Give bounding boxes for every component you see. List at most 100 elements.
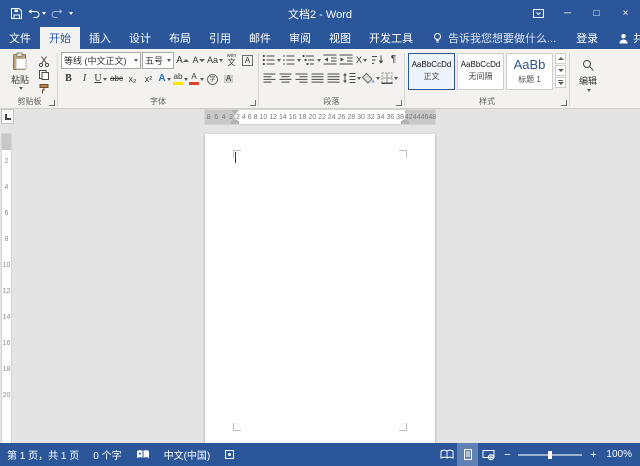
qat-customize-button[interactable]	[68, 5, 73, 23]
highlight-button[interactable]: ab	[173, 71, 188, 87]
enclose-character-button[interactable]: 字	[205, 71, 220, 87]
macro-record-status[interactable]	[217, 443, 242, 466]
paste-button[interactable]: 粘贴	[5, 52, 35, 95]
style-no-spacing[interactable]: AaBbCcDd 无间隔	[457, 53, 505, 90]
tab-view[interactable]: 视图	[320, 27, 360, 49]
page-number-status[interactable]: 第 1 页，共 1 页	[0, 443, 86, 466]
align-center-button[interactable]	[278, 70, 293, 86]
borders-button[interactable]	[381, 70, 399, 86]
styles-scroll-down-button[interactable]	[555, 65, 567, 76]
styles-scroll-up-button[interactable]	[555, 53, 567, 64]
ruler-number: 2	[4, 158, 9, 165]
underline-button[interactable]: U	[93, 71, 108, 87]
save-button[interactable]	[10, 5, 23, 23]
tab-developer[interactable]: 开发工具	[360, 27, 422, 49]
zoom-level[interactable]: 100%	[601, 449, 640, 460]
crop-mark-top-right	[399, 150, 407, 158]
zoom-out-button[interactable]: −	[499, 449, 515, 461]
print-layout-button[interactable]	[457, 443, 479, 466]
multilevel-list-button[interactable]	[302, 52, 322, 68]
paragraph-dialog-launcher[interactable]	[396, 100, 403, 106]
web-layout-button[interactable]	[478, 443, 499, 466]
style-heading-1[interactable]: AaBb 标题 1	[506, 53, 554, 90]
line-spacing-button[interactable]	[342, 70, 362, 86]
share-button[interactable]: 共享	[608, 27, 640, 49]
asian-layout-button[interactable]: X	[354, 52, 369, 68]
horizontal-ruler[interactable]: 8 6 4 2 2 4 6 8 10 12 14 16 18 20 22 24 …	[205, 110, 436, 124]
increase-indent-button[interactable]	[338, 52, 353, 68]
styles-more-button[interactable]	[555, 77, 567, 88]
clipboard-dialog-launcher[interactable]	[49, 100, 55, 106]
sign-in-button[interactable]: 登录	[566, 27, 608, 49]
tab-home[interactable]: 开始	[40, 27, 80, 49]
read-mode-button[interactable]	[436, 443, 457, 466]
shading-button[interactable]	[362, 70, 381, 86]
ribbon-display-options-button[interactable]	[524, 0, 553, 27]
sort-button[interactable]	[370, 52, 385, 68]
strikethrough-button[interactable]: abc	[109, 71, 124, 87]
minimize-button[interactable]: ─	[553, 0, 582, 27]
document-page[interactable]	[205, 134, 435, 443]
style-name: 正文	[423, 72, 440, 81]
paste-clipboard-icon	[13, 52, 27, 70]
font-color-button[interactable]: A	[189, 71, 204, 87]
undo-button[interactable]	[28, 5, 46, 23]
chevron-down-icon	[277, 58, 282, 62]
character-border-button[interactable]: A	[240, 53, 255, 69]
triangle-up-icon	[557, 57, 564, 60]
tab-layout[interactable]: 布局	[160, 27, 200, 49]
tell-me-box[interactable]: 告诉我您想要做什么...	[422, 27, 566, 49]
tab-mailings[interactable]: 邮件	[240, 27, 280, 49]
maximize-button[interactable]: □	[582, 0, 611, 27]
justify-button[interactable]	[310, 70, 325, 86]
language-status[interactable]: 中文(中国)	[157, 443, 218, 466]
align-right-button[interactable]	[294, 70, 309, 86]
editing-button[interactable]: 编辑	[573, 52, 603, 95]
tab-review[interactable]: 审阅	[280, 27, 320, 49]
tab-design[interactable]: 设计	[120, 27, 160, 49]
proofing-status[interactable]	[129, 443, 157, 466]
tab-references[interactable]: 引用	[200, 27, 240, 49]
triangle-down-icon	[557, 69, 564, 72]
tab-selector[interactable]	[1, 109, 14, 124]
font-name-combobox[interactable]: 等线 (中文正文)	[61, 52, 141, 69]
save-icon	[11, 8, 22, 19]
paragraph-group: X ¶ 段落	[259, 51, 404, 108]
bullets-button[interactable]	[262, 52, 282, 68]
copy-button[interactable]	[38, 69, 54, 81]
document-area[interactable]: 2 4 6 8 10 12 14 16 18 20	[0, 126, 640, 443]
tab-insert[interactable]: 插入	[80, 27, 120, 49]
zoom-in-button[interactable]: +	[585, 449, 601, 461]
ruler-number: 16	[2, 340, 11, 347]
decrease-indent-button[interactable]	[322, 52, 337, 68]
word-count-status[interactable]: 0 个字	[86, 443, 128, 466]
font-dialog-launcher[interactable]	[250, 100, 257, 106]
redo-button[interactable]	[51, 5, 63, 23]
character-shading-button[interactable]: A	[221, 71, 236, 87]
tab-file[interactable]: 文件	[0, 27, 40, 49]
ruler-number: 12	[269, 113, 278, 121]
bold-button[interactable]: B	[61, 71, 76, 87]
zoom-slider[interactable]	[518, 450, 583, 459]
change-case-button[interactable]: Aa	[207, 53, 224, 69]
phonetic-guide-button[interactable]: wén 文	[224, 53, 239, 69]
shrink-font-button[interactable]: A	[191, 53, 206, 69]
italic-button[interactable]: I	[77, 71, 92, 87]
style-normal[interactable]: AaBbCcDd 正文	[408, 53, 456, 90]
superscript-button[interactable]: x²	[141, 71, 156, 87]
close-button[interactable]: ×	[611, 0, 640, 27]
text-effects-button[interactable]: A	[157, 71, 172, 87]
vertical-ruler[interactable]: 2 4 6 8 10 12 14 16 18 20	[0, 126, 12, 443]
show-hide-marks-button[interactable]: ¶	[386, 52, 401, 68]
ruler-number: 32	[366, 113, 375, 121]
zoom-slider-thumb[interactable]	[548, 450, 553, 459]
align-left-button[interactable]	[262, 70, 277, 86]
font-size-combobox[interactable]: 五号	[142, 52, 174, 69]
distributed-button[interactable]	[326, 70, 341, 86]
format-painter-button[interactable]	[38, 83, 54, 95]
grow-font-button[interactable]: A	[175, 53, 190, 69]
styles-dialog-launcher[interactable]	[561, 100, 568, 106]
numbering-button[interactable]	[282, 52, 302, 68]
cut-button[interactable]	[38, 55, 54, 67]
subscript-button[interactable]: x₂	[125, 71, 140, 87]
